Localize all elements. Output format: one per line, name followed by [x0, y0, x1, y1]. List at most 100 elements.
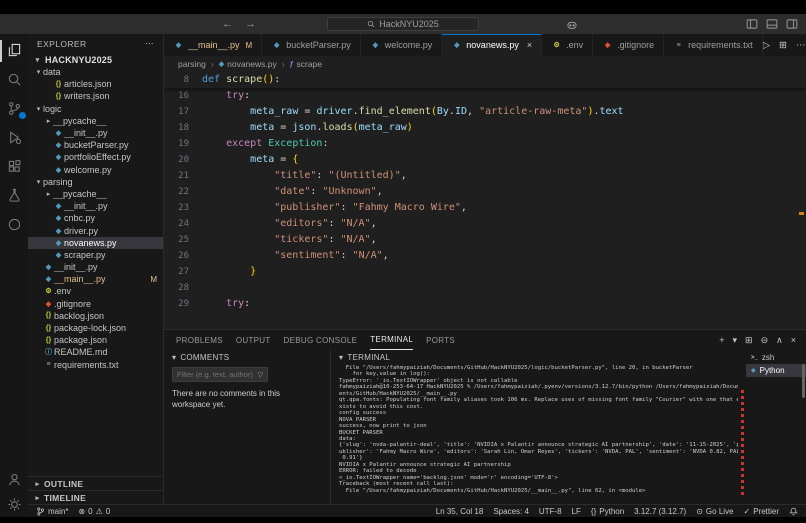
code-area[interactable]: 16 try:17 meta_raw = driver.find_element… — [164, 88, 806, 312]
toggle-sidebar-icon[interactable] — [746, 18, 758, 30]
extensions-icon[interactable] — [0, 159, 28, 175]
code-text: meta = json.loads(meta_raw) — [202, 120, 413, 136]
go-live-status[interactable]: ⊙ Go Live — [696, 507, 733, 516]
editor-more-actions-icon[interactable]: ⋯ — [796, 40, 806, 51]
new-terminal-icon[interactable]: + — [719, 335, 724, 345]
branch-status[interactable]: main* — [36, 507, 68, 516]
source-control-icon[interactable] — [0, 101, 28, 117]
tree-item-scraper.py[interactable]: ◆scraper.py — [28, 249, 163, 261]
tree-item-__init__.py[interactable]: ◆__init__.py — [28, 127, 163, 139]
live-share-icon[interactable] — [0, 217, 28, 233]
terminal-instance-zsh[interactable]: >_zsh — [746, 351, 806, 364]
run-debug-icon[interactable] — [0, 130, 28, 146]
tree-item-portfolioEffect.py[interactable]: ◆portfolioEffect.py — [28, 151, 163, 163]
tree-item-parsing[interactable]: ▾parsing — [28, 176, 163, 188]
breadcrumb-label: scrape — [297, 59, 323, 69]
tree-item-cnbc.py[interactable]: ◆cnbc.py — [28, 212, 163, 224]
panel-tab-problems[interactable]: PROBLEMS — [176, 330, 223, 350]
explorer-icon[interactable] — [0, 43, 28, 59]
panel-tab-terminal[interactable]: TERMINAL — [370, 330, 413, 350]
settings-gear-icon[interactable] — [0, 497, 28, 513]
nav-back-icon[interactable]: ← — [222, 18, 233, 30]
tree-item-data[interactable]: ▾data — [28, 66, 163, 78]
command-center-search[interactable]: HackNYU2025 — [327, 17, 479, 31]
workspace-root[interactable]: ▾ HACKNYU2025 — [28, 53, 163, 66]
maximize-panel-icon[interactable]: ∧ — [776, 335, 783, 346]
tree-item-bucketParser.py[interactable]: ◆bucketParser.py — [28, 139, 163, 151]
tab-welcome.py[interactable]: ◆welcome.py — [361, 34, 443, 56]
tree-item-__pycache__[interactable]: ▸__pycache__ — [28, 188, 163, 200]
nav-forward-icon[interactable]: → — [245, 18, 256, 30]
encoding-status[interactable]: UTF-8 — [539, 507, 562, 516]
tree-item-.gitignore[interactable]: ◆.gitignore — [28, 298, 163, 310]
search-sidebar-icon[interactable] — [0, 72, 28, 88]
tree-item-__main__.py[interactable]: ◆__main__.pyM — [28, 273, 163, 285]
split-terminal-icon[interactable]: ⊞ — [745, 335, 753, 346]
run-python-file-icon[interactable]: ▷ — [763, 40, 770, 51]
section-outline[interactable]: ▸OUTLINE — [28, 476, 163, 490]
py-file-icon: ◆ — [43, 275, 54, 283]
explorer-more-actions-icon[interactable]: ⋯ — [145, 38, 154, 49]
comments-filter-input[interactable]: ▽ — [172, 367, 268, 382]
language-mode-status[interactable]: {} Python — [591, 507, 624, 516]
tree-item-writers.json[interactable]: {}writers.json — [28, 90, 163, 102]
toggle-panel-icon[interactable] — [766, 18, 778, 30]
tab-.env[interactable]: ⚙.env — [542, 34, 593, 56]
python-interpreter-status[interactable]: 3.12.7 (3.12.7) — [634, 507, 686, 516]
breadcrumb-item-scrape[interactable]: ƒscrape — [290, 59, 322, 69]
terminal-dropdown-icon[interactable]: ▾ — [733, 335, 738, 346]
chevron-down-icon[interactable]: ▾ — [172, 353, 176, 362]
tree-item-backlog.json[interactable]: {}backlog.json — [28, 310, 163, 322]
close-panel-icon[interactable]: × — [791, 335, 796, 345]
breadcrumb-item-parsing[interactable]: parsing — [178, 59, 206, 69]
tree-item-README.md[interactable]: ⓘREADME.md — [28, 346, 163, 358]
terminal-output[interactable]: File "/Users/fahmypaiziah/Documents/GitH… — [339, 365, 738, 504]
tab-.gitignore[interactable]: ◆.gitignore — [593, 34, 664, 56]
breadcrumb-separator-icon: › — [282, 59, 285, 69]
tab-__main__.py[interactable]: ◆__main__.pyM — [164, 34, 262, 56]
section-timeline[interactable]: ▸TIMELINE — [28, 490, 163, 504]
problems-status[interactable]: ⊗ 0 ⚠ 0 — [78, 507, 110, 516]
code-text: try: — [202, 88, 250, 104]
tree-item-articles.json[interactable]: {}articles.json — [28, 78, 163, 90]
tree-item-requirements.txt[interactable]: ≡requirements.txt — [28, 359, 163, 371]
tab-requirements.txt[interactable]: ≡requirements.txt — [664, 34, 763, 56]
tree-item-logic[interactable]: ▾logic — [28, 103, 163, 115]
split-editor-icon[interactable]: ⊞ — [779, 40, 787, 51]
cursor-position-status[interactable]: Ln 35, Col 18 — [436, 507, 484, 516]
tree-item-novanews.py[interactable]: ◆novanews.py — [28, 237, 163, 249]
terminal-scrollbar[interactable] — [802, 364, 805, 398]
accounts-icon[interactable] — [0, 472, 28, 488]
breadcrumb-item-novanews.py[interactable]: ◆novanews.py — [219, 59, 277, 69]
tree-item-driver.py[interactable]: ◆driver.py — [28, 224, 163, 236]
panel-tab-debug-console[interactable]: DEBUG CONSOLE — [284, 330, 358, 350]
tree-item-__pycache__[interactable]: ▸__pycache__ — [28, 115, 163, 127]
tree-item-__init__.py[interactable]: ◆__init__.py — [28, 261, 163, 273]
tab-bucketParser.py[interactable]: ◆bucketParser.py — [262, 34, 361, 56]
code-editor[interactable]: 8def scrape(): 16 try:17 meta_raw = driv… — [164, 72, 806, 329]
close-icon[interactable]: × — [527, 40, 532, 50]
testing-icon[interactable] — [0, 188, 28, 204]
notifications-bell[interactable] — [789, 507, 798, 516]
tab-label: .gitignore — [617, 40, 654, 50]
sticky-scroll[interactable]: 8def scrape(): — [164, 72, 806, 88]
chevron-down-icon[interactable]: ▾ — [339, 353, 343, 362]
tree-item-.env[interactable]: ⚙.env — [28, 285, 163, 297]
tree-item-package.json[interactable]: {}package.json — [28, 334, 163, 346]
kill-terminal-icon[interactable]: ⊖ — [761, 335, 769, 346]
eol-status[interactable]: LF — [572, 507, 581, 516]
prettier-status[interactable]: ✓ Prettier — [744, 507, 780, 516]
tab-label: welcome.py — [385, 40, 433, 50]
comments-filter-field[interactable] — [177, 370, 255, 379]
tree-item-package-lock.json[interactable]: {}package-lock.json — [28, 322, 163, 334]
terminal-header: TERMINAL — [347, 353, 390, 362]
tab-novanews.py[interactable]: ◆novanews.py× — [442, 34, 542, 56]
env-file-icon: ⚙ — [43, 287, 54, 295]
panel-tab-ports[interactable]: PORTS — [426, 330, 455, 350]
toggle-secondary-sidebar-icon[interactable] — [786, 18, 798, 30]
tree-item-__init__.py[interactable]: ◆__init__.py — [28, 200, 163, 212]
terminal-instance-Python[interactable]: ◆Python — [746, 364, 806, 377]
panel-tab-output[interactable]: OUTPUT — [236, 330, 271, 350]
indentation-status[interactable]: Spaces: 4 — [493, 507, 529, 516]
tree-item-welcome.py[interactable]: ◆welcome.py — [28, 164, 163, 176]
